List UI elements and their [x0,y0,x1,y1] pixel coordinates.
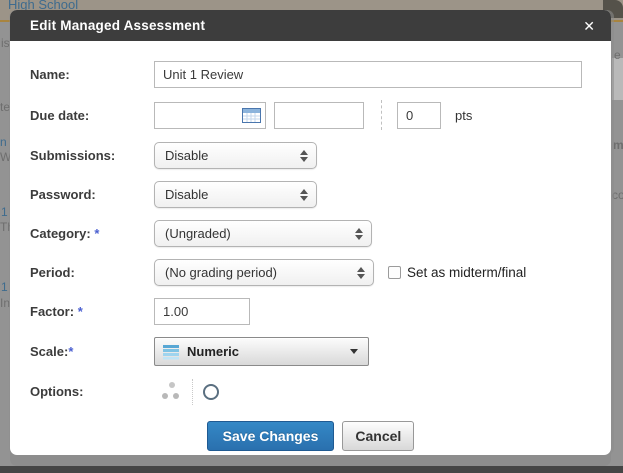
category-row: Category: * (Ungraded) [30,220,591,247]
cancel-button[interactable]: Cancel [342,421,414,451]
name-row: Name: [30,61,591,88]
password-row: Password: Disable [30,181,591,208]
factor-input[interactable] [154,298,250,325]
name-input[interactable] [154,61,582,88]
category-selected-value: (Ungraded) [165,226,231,241]
points-input[interactable] [397,102,441,129]
factor-label: Factor: * [30,304,154,319]
dotted-divider [192,379,193,405]
calendar-icon[interactable] [242,108,261,123]
options-label: Options: [30,384,154,399]
background-text-fragment: co [612,188,623,202]
dialog-body: Name: Due date: pts Submissions: [10,41,611,451]
close-icon[interactable]: ✕ [583,19,595,33]
midterm-final-label: Set as midterm/final [407,265,526,280]
period-row: Period: (No grading period) Set as midte… [30,259,591,286]
background-text-fragment: 1 [1,205,8,219]
submissions-label: Submissions: [30,148,154,163]
background-bottom-band [0,466,623,473]
scale-icon [163,344,179,360]
select-updown-icon [292,150,308,162]
dialog-header: Edit Managed Assessment ✕ [10,10,611,41]
chevron-down-icon [350,349,358,354]
circle-option-icon[interactable] [203,384,219,400]
dialog-title: Edit Managed Assessment [30,18,205,33]
midterm-final-checkbox[interactable] [388,266,401,279]
name-label: Name: [30,67,154,82]
select-updown-icon [292,189,308,201]
edit-assessment-dialog: Edit Managed Assessment ✕ Name: Due date… [10,10,611,455]
category-label: Category: * [30,226,154,241]
required-asterisk: * [78,304,83,319]
period-label: Period: [30,265,154,280]
required-asterisk: * [94,226,99,241]
submissions-select[interactable]: Disable [154,142,317,169]
category-select[interactable]: (Ungraded) [154,220,372,247]
submissions-selected-value: Disable [165,148,208,163]
save-changes-button[interactable]: Save Changes [207,421,335,451]
required-asterisk: * [68,344,73,359]
password-label: Password: [30,187,154,202]
period-select[interactable]: (No grading period) [154,259,374,286]
due-date-field-wrap [154,102,266,129]
scale-selected-value: Numeric [187,344,239,359]
points-suffix-label: pts [455,108,472,123]
scale-label: Scale:* [30,344,154,359]
scale-dropdown[interactable]: Numeric [154,337,369,366]
submissions-row: Submissions: Disable [30,142,591,169]
due-date-label: Due date: [30,108,154,123]
background-text-fragment: e [614,48,621,62]
select-updown-icon [347,228,363,240]
background-card-sliver [612,58,623,100]
factor-row: Factor: * [30,298,591,325]
dialog-footer: Save Changes Cancel [30,421,591,451]
password-select[interactable]: Disable [154,181,317,208]
background-text-fragment: 1 [1,280,8,294]
password-selected-value: Disable [165,187,208,202]
dashed-divider [381,100,382,130]
background-text-fragment: te [0,100,10,114]
options-row: Options: [30,378,591,405]
period-selected-value: (No grading period) [165,265,277,280]
due-date-row: Due date: pts [30,100,591,130]
background-text-fragment: m [613,138,623,152]
due-time-input[interactable] [274,102,364,129]
background-text-fragment: is [1,36,10,50]
scale-row: Scale:* Numeric [30,337,591,366]
dots-cluster-icon[interactable] [159,382,182,401]
select-updown-icon [349,267,365,279]
